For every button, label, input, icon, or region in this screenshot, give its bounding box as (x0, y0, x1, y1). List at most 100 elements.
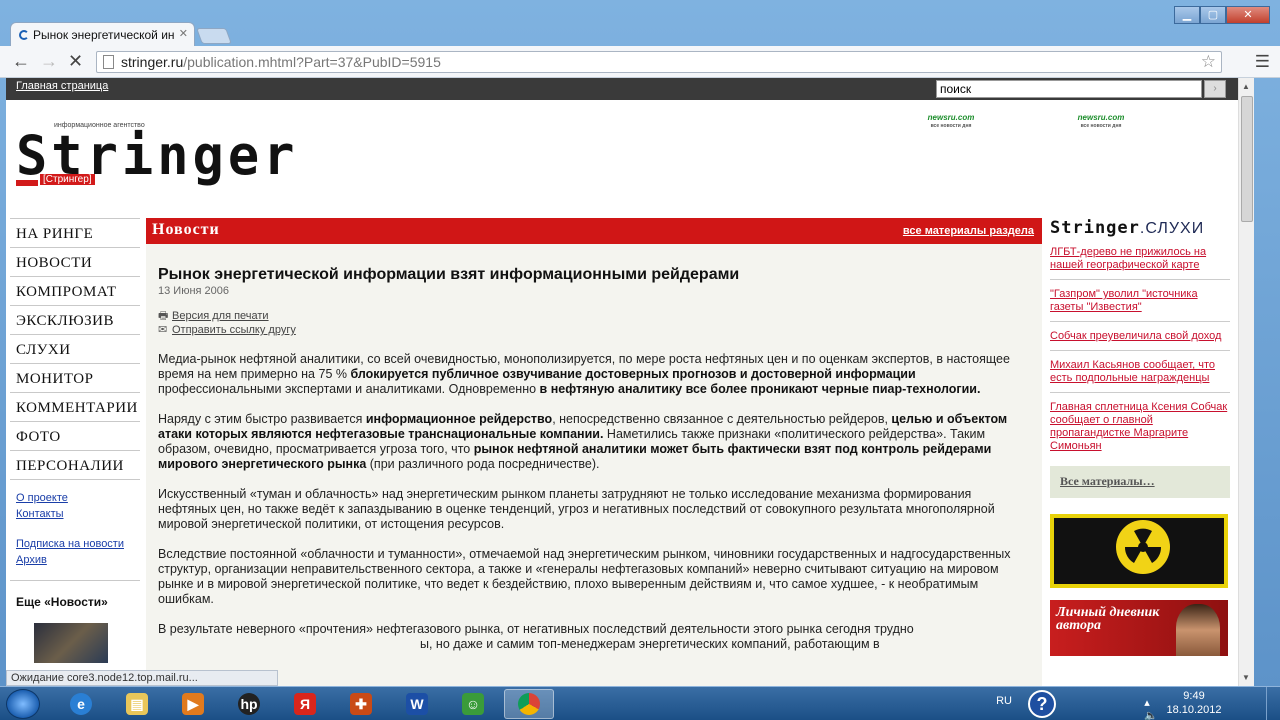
close-tab-icon[interactable]: ✕ (179, 27, 188, 40)
newsru-banner[interactable]: newsru.com все новости дня (916, 114, 986, 130)
explorer-icon[interactable]: ▤ (112, 689, 162, 719)
about-link[interactable]: О проекте (16, 490, 140, 506)
logo-red-bar (16, 180, 38, 186)
chrome-icon[interactable] (504, 689, 554, 719)
nav-item-kompromat[interactable]: КОМПРОМАТ (10, 276, 140, 305)
app-icon[interactable]: ✚ (336, 689, 386, 719)
nav-item-exclusive[interactable]: ЭКСКЛЮЗИВ (10, 305, 140, 334)
subscribe-link[interactable]: Подписка на новости (16, 536, 140, 552)
archive-link[interactable]: Архив (16, 552, 140, 568)
loading-icon (19, 30, 29, 40)
article: Рынок энергетической информации взят инф… (158, 266, 1028, 652)
newsru-banner[interactable]: newsru.com все новости дня (1066, 114, 1136, 130)
rumor-item: "Газпром" уволил "источника газеты "Изве… (1050, 280, 1230, 322)
media-player-icon[interactable]: ▶ (168, 689, 218, 719)
nav-item-ring[interactable]: НА РИНГЕ (10, 218, 140, 247)
printer-icon: 🖶 (158, 310, 169, 322)
page-scrollbar[interactable]: ▲ ▼ (1238, 78, 1254, 686)
word-icon[interactable]: W (392, 689, 442, 719)
article-title: Рынок энергетической информации взят инф… (158, 266, 740, 283)
stop-button[interactable]: ✕ (68, 51, 83, 72)
maximize-button[interactable]: ▢ (1200, 6, 1226, 24)
section-header: Новости все материалы раздела (146, 218, 1042, 244)
ie-icon[interactable]: e (56, 689, 106, 719)
article-paragraph: В результате неверного «прочтения» нефте… (158, 622, 914, 651)
forward-button[interactable]: → (40, 51, 58, 72)
taskbar: e ▤ ▶ hp Я ✚ W ☺ RU ? ▴ 🔈 ▮ ⚑ 9:49 18.10.… (0, 686, 1280, 720)
nav-item-comments[interactable]: КОММЕНТАРИИ (10, 392, 140, 421)
nav-item-persons[interactable]: ПЕРСОНАЛИИ (10, 450, 140, 479)
print-label: Версия для печати (172, 310, 269, 322)
home-link[interactable]: Главная страница (16, 80, 108, 92)
start-button[interactable] (6, 689, 40, 719)
rumors-column: Stringer.СЛУХИ ЛГБТ-дерево не прижилось … (1050, 218, 1230, 656)
article-paragraph: Медиа-рынок нефтяной аналитики, со всей … (158, 352, 1010, 396)
scroll-up-icon[interactable]: ▲ (1242, 82, 1250, 91)
newsru-brand: newsru.com (927, 113, 975, 122)
tray-icons[interactable]: ▴ 🔈 ▮ ⚑ (1144, 696, 1164, 720)
rumors-logo[interactable]: Stringer.СЛУХИ (1050, 218, 1230, 238)
rumor-item: Главная сплетница Ксения Собчак сообщает… (1050, 393, 1230, 460)
print-link[interactable]: 🖶 Версия для печати (158, 309, 1028, 323)
author-diary-banner[interactable]: Личный дневник автора (1050, 600, 1228, 656)
close-window-button[interactable]: ✕ (1226, 6, 1270, 24)
browser-toolbar: ← → ✕ stringer.ru/publication.mhtml?Part… (0, 46, 1280, 78)
page-icon (103, 55, 114, 69)
rumor-link[interactable]: Собчак преувеличила свой доход (1050, 330, 1221, 342)
radiation-banner[interactable] (1050, 514, 1228, 588)
search-button[interactable]: › (1204, 80, 1226, 98)
rumor-link[interactable]: Главная сплетница Ксения Собчак сообщает… (1050, 401, 1227, 452)
language-indicator[interactable]: RU (996, 695, 1012, 707)
web-page: Главная страница поиск › информационное … (6, 78, 1238, 686)
menu-icon[interactable]: ☰ (1255, 52, 1270, 72)
rumor-link[interactable]: "Газпром" уволил "источника газеты "Изве… (1050, 288, 1198, 313)
users-icon[interactable]: ☺ (448, 689, 498, 719)
browser-tab[interactable]: Рынок энергетической ин ✕ (10, 22, 195, 46)
rumor-item: ЛГБТ-дерево не прижилось на нашей геогра… (1050, 238, 1230, 280)
secondary-links: О проекте Контакты Подписка на новости А… (10, 479, 140, 568)
section-title: Новости (152, 221, 220, 238)
address-bar[interactable]: stringer.ru/publication.mhtml?Part=37&Pu… (96, 51, 1222, 73)
search-input[interactable]: поиск (936, 80, 1202, 98)
nav-item-news[interactable]: НОВОСТИ (10, 247, 140, 276)
clock-date: 18.10.2012 (1166, 704, 1222, 716)
minimize-button[interactable]: ▁ (1174, 6, 1200, 24)
article-paragraph: Вследствие постоянной «облачности и тума… (158, 547, 1011, 606)
clock[interactable]: 9:49 18.10.2012 (1164, 689, 1224, 717)
url-host: stringer.ru (121, 54, 184, 70)
rumor-item: Собчак преувеличила свой доход (1050, 322, 1230, 351)
article-paragraph: Наряду с этим быстро развивается информа… (158, 412, 1008, 471)
url-path: /publication.mhtml?Part=37&PubID=5915 (183, 54, 441, 70)
rumor-link[interactable]: Михаил Касьянов сообщает, что есть подпо… (1050, 359, 1215, 384)
nav-item-photo[interactable]: ФОТО (10, 421, 140, 450)
bookmark-star-icon[interactable]: ☆ (1201, 52, 1216, 72)
scroll-down-icon[interactable]: ▼ (1242, 673, 1250, 682)
yandex-icon[interactable]: Я (280, 689, 330, 719)
article-date: 13 Июня 2006 (158, 285, 230, 297)
help-icon[interactable]: ? (1028, 690, 1056, 718)
left-navigation: НА РИНГЕ НОВОСТИ КОМПРОМАТ ЭКСКЛЮЗИВ СЛУ… (10, 218, 140, 663)
send-link[interactable]: ✉ Отправить ссылку другу (158, 323, 1028, 337)
newsru-sub: все новости дня (1080, 123, 1122, 129)
send-label: Отправить ссылку другу (172, 324, 296, 336)
status-bar: Ожидание core3.node12.top.mail.ru... (6, 670, 278, 686)
main-content: Новости все материалы раздела Рынок энер… (146, 218, 1042, 686)
rumor-item: Михаил Касьянов сообщает, что есть подпо… (1050, 351, 1230, 393)
newsru-sub: все новости дня (930, 123, 972, 129)
envelope-icon: ✉ (158, 324, 168, 336)
all-section-link[interactable]: все материалы раздела (903, 225, 1034, 237)
nav-item-rumors[interactable]: СЛУХИ (10, 334, 140, 363)
new-tab-button[interactable] (196, 28, 232, 44)
hp-icon[interactable]: hp (224, 689, 274, 719)
scroll-thumb[interactable] (1241, 96, 1253, 222)
contacts-link[interactable]: Контакты (16, 506, 140, 522)
rumor-link[interactable]: ЛГБТ-дерево не прижилось на нашей геогра… (1050, 246, 1206, 271)
news-thumbnail[interactable] (34, 623, 108, 663)
nav-item-monitor[interactable]: МОНИТОР (10, 363, 140, 392)
all-materials-link[interactable]: Все материалы… (1050, 466, 1230, 498)
show-desktop-button[interactable] (1266, 687, 1280, 720)
site-logo[interactable]: информационное агентство Stringer [Стрин… (16, 118, 294, 188)
tab-title: Рынок энергетической ин (33, 28, 175, 42)
more-news-title: Еще «Новости» (10, 580, 140, 609)
back-button[interactable]: ← (12, 51, 30, 72)
